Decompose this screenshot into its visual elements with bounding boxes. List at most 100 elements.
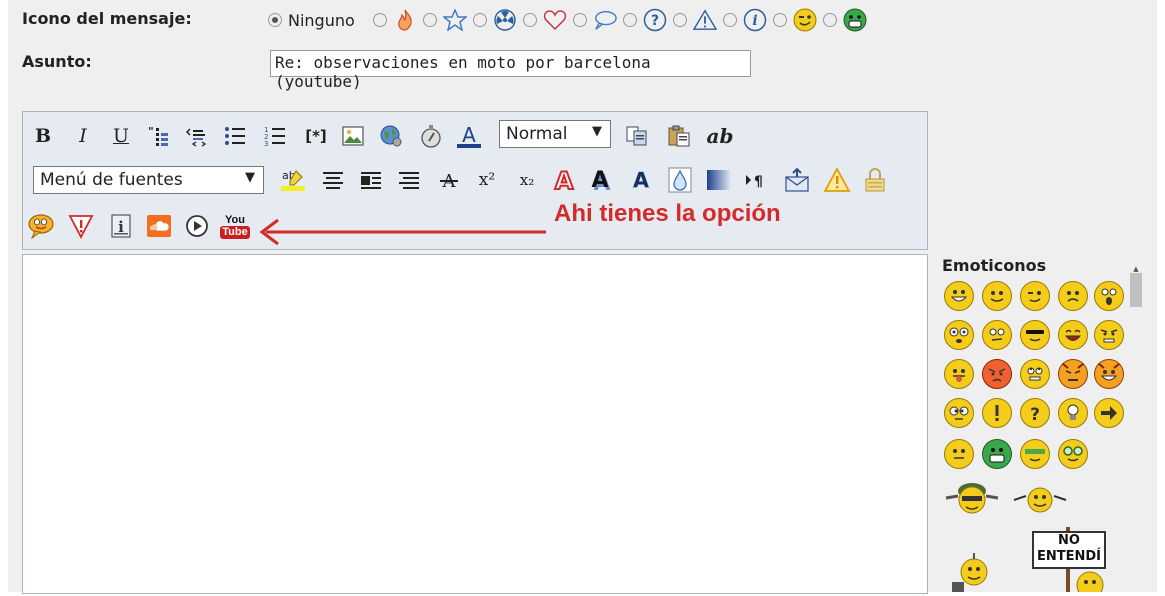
confused-icon[interactable] [982,320,1012,350]
no-entendi-sign[interactable]: NO ENTENDÍ [1032,531,1106,569]
lock-button[interactable] [861,166,889,194]
radio-question[interactable] [622,13,637,27]
spellcheck-button[interactable]: ab [703,122,737,150]
question-icon: ? [643,8,667,32]
icon-option-question[interactable]: ? [622,8,667,32]
green-grin-smiley-icon[interactable] [982,439,1012,469]
icon-option-warning[interactable] [672,8,717,32]
youtube-button[interactable]: You Tube [220,210,250,242]
subscript-button[interactable]: x₂ [513,166,541,194]
neutral-icon[interactable] [944,439,974,469]
alpha-button[interactable] [666,166,694,194]
icon-option-none[interactable]: Ninguno [268,11,367,30]
glow-text-button[interactable]: AA [627,166,655,194]
sad-icon[interactable] [1058,281,1088,311]
info-doc-button[interactable]: i [107,212,135,240]
eek-icon[interactable] [944,320,974,350]
subject-input[interactable]: Re: observaciones en moto por barcelona … [270,50,751,91]
mad-icon[interactable] [1094,320,1124,350]
smile-icon[interactable] [982,281,1012,311]
insert-image-button[interactable] [339,122,367,150]
waving-smiley-icon[interactable] [950,552,992,592]
mail-button[interactable] [783,166,811,194]
radio-speech[interactable] [572,13,587,27]
radio-wink[interactable] [772,13,787,27]
icon-option-wink[interactable] [772,8,817,32]
exclaim-icon[interactable] [982,398,1012,428]
dancing-smiley-icon[interactable] [1012,484,1068,516]
glasses-icon[interactable] [1058,439,1088,469]
video-button[interactable] [183,212,211,240]
strikethrough-button[interactable]: A [435,166,463,194]
emoticons-scrollbar[interactable]: ▲ [1128,265,1144,592]
font-menu-select[interactable]: Menú de fuentes ▼ [33,166,264,194]
icon-option-radioactive[interactable] [472,8,517,32]
radio-warning[interactable] [672,13,687,27]
message-textarea[interactable] [22,254,928,594]
insert-link-button[interactable] [377,122,405,150]
shocked-icon[interactable] [1094,281,1124,311]
radio-star[interactable] [422,13,437,27]
radio-fire[interactable] [372,13,387,27]
bullet-list-button[interactable] [221,122,249,150]
scroll-thumb[interactable] [1130,273,1142,307]
code-button[interactable] [183,122,211,150]
icon-option-fire[interactable] [372,8,417,32]
copy-button[interactable] [623,122,651,150]
rolleyes-icon[interactable] [1020,359,1050,389]
gradient-button[interactable] [705,166,733,194]
sign-holder-smiley-icon[interactable] [1072,570,1108,592]
arrow-icon[interactable] [1094,398,1124,428]
svg-text:i: i [752,13,757,29]
icon-option-star[interactable] [422,8,467,32]
evil-icon[interactable] [1094,359,1124,389]
highlight-button[interactable]: ab [279,166,307,194]
soundcloud-button[interactable] [145,212,173,240]
icon-option-info[interactable]: i [722,8,767,32]
superscript-button[interactable]: x² [473,166,501,194]
bold-button[interactable]: B [29,122,57,150]
font-size-select[interactable]: Normal ▼ [499,120,611,148]
idea-icon[interactable] [1058,398,1088,428]
direction-button[interactable]: ¶ [743,166,771,194]
radio-info[interactable] [722,13,737,27]
icon-option-green[interactable] [822,8,867,32]
radio-none[interactable] [268,13,282,27]
paste-icon [668,125,690,147]
italic-button[interactable]: I [69,122,97,150]
question-smiley-icon[interactable]: ? [1020,398,1050,428]
insert-flash-button[interactable] [417,122,445,150]
align-center-button[interactable] [319,166,347,194]
angry-devil-icon[interactable] [1058,359,1088,389]
spoiler-button[interactable] [27,212,55,240]
icon-option-speech[interactable] [572,8,617,32]
underline-button[interactable]: U [107,122,135,150]
font-color-button[interactable]: A [455,122,483,150]
justify-button[interactable] [357,166,385,194]
nerd-green-icon[interactable] [1020,439,1050,469]
laugh-icon[interactable] [1058,320,1088,350]
radio-radioactive[interactable] [472,13,487,27]
offtopic-button[interactable] [67,212,95,240]
radio-green[interactable] [822,13,837,27]
numbered-list-button[interactable]: 123 [261,122,289,150]
paste-button[interactable] [665,122,693,150]
quote-button[interactable]: " [145,122,173,150]
radio-heart[interactable] [522,13,537,27]
icon-option-heart[interactable] [522,8,567,32]
shadow-text-button[interactable]: AA [587,166,615,194]
razz-icon[interactable] [944,359,974,389]
align-right-button[interactable] [395,166,423,194]
list-item-button[interactable]: [*] [299,122,333,150]
font-color-icon: A [457,123,481,148]
soldier-smiley-icon[interactable] [944,478,1000,516]
message-icon-options: Ninguno ? i [268,6,873,34]
cool-icon[interactable] [1020,320,1050,350]
warning-box-button[interactable] [823,166,851,194]
big-grin-icon[interactable] [944,281,974,311]
redface-icon[interactable] [982,359,1012,389]
scroll-up-arrow-icon[interactable]: ▲ [1128,265,1144,273]
red-outline-text-button[interactable]: A [550,166,578,194]
wink-icon[interactable] [1020,281,1050,311]
crosseyed-icon[interactable] [944,398,974,428]
